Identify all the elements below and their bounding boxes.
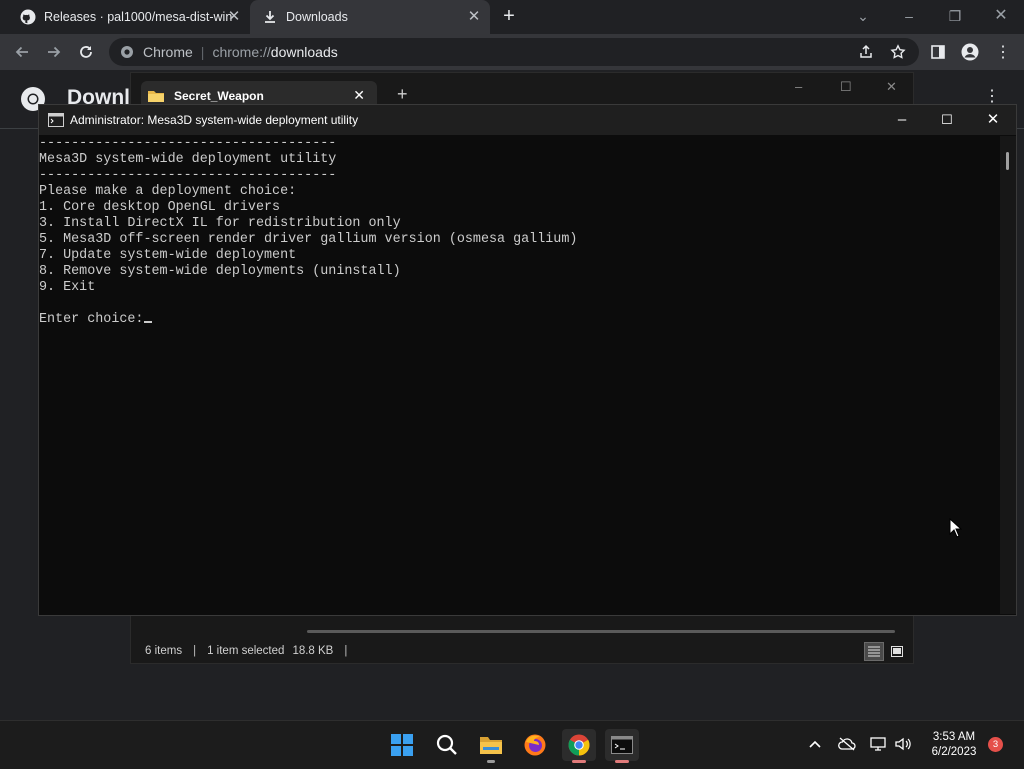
text-cursor — [144, 321, 153, 323]
large-icons-view-icon[interactable] — [887, 642, 907, 661]
close-window-icon[interactable]: ✕ — [981, 110, 1005, 130]
network-icon[interactable] — [870, 735, 888, 753]
url-path: downloads — [270, 44, 338, 60]
tab-search-icon[interactable]: ⌄ — [851, 6, 875, 26]
tab-title: Downloads — [286, 10, 348, 24]
firefox-icon[interactable] — [518, 729, 552, 761]
close-tab-icon[interactable]: ✕ — [353, 87, 365, 104]
maximize-icon[interactable]: ☐ — [935, 110, 959, 130]
terminal-icon[interactable] — [605, 729, 639, 763]
share-icon[interactable] — [856, 42, 876, 62]
new-tab-button[interactable]: + — [397, 85, 408, 103]
running-indicator — [572, 760, 586, 763]
tab-title: Releases · pal1000/mesa-dist-win — [44, 10, 233, 24]
forward-icon[interactable] — [44, 42, 64, 62]
mouse-pointer-icon — [949, 517, 963, 538]
console-line: 3. Install DirectX IL for redistribution… — [39, 216, 401, 231]
chrome-tab-bar: Releases · pal1000/mesa-dist-win ✕ Downl… — [0, 0, 1024, 34]
side-panel-icon[interactable] — [928, 42, 948, 62]
reload-icon[interactable] — [76, 42, 96, 62]
search-icon[interactable] — [430, 729, 464, 761]
site-chip: Chrome — [143, 44, 193, 60]
restore-icon[interactable]: ❐ — [943, 6, 967, 26]
divider: | — [193, 645, 197, 657]
console-window: Administrator: Mesa3D system-wide deploy… — [38, 104, 1017, 616]
notification-badge[interactable]: 3 — [988, 737, 1003, 752]
divider: | — [344, 645, 348, 657]
cmd-icon — [48, 113, 64, 127]
clock-time: 3:53 AM — [932, 731, 976, 743]
console-line: Mesa3D system-wide deployment utility — [39, 152, 337, 167]
console-line: 1. Core desktop OpenGL drivers — [39, 200, 281, 215]
file-explorer-icon[interactable] — [474, 729, 508, 763]
item-count: 6 items — [145, 645, 183, 657]
back-icon[interactable] — [12, 42, 32, 62]
chrome-menu-icon[interactable]: ⋮ — [993, 42, 1013, 62]
running-indicator — [615, 760, 629, 763]
address-bar[interactable]: Chrome | chrome:// downloads — [109, 38, 919, 66]
scroll-thumb[interactable] — [1006, 152, 1009, 170]
tab-releases[interactable]: Releases · pal1000/mesa-dist-win ✕ — [0, 0, 250, 34]
explorer-tab-title: Secret_Weapon — [174, 89, 264, 103]
tab-downloads[interactable]: Downloads ✕ — [250, 0, 490, 34]
new-tab-button[interactable]: + — [498, 6, 520, 28]
minimize-icon[interactable]: – — [897, 6, 921, 26]
maximize-icon[interactable]: ☐ — [840, 79, 852, 95]
github-icon — [20, 9, 36, 25]
selection-info: 1 item selected — [207, 645, 285, 657]
chrome-logo-icon — [119, 44, 135, 60]
console-line: ------------------------------------- — [39, 168, 337, 183]
details-view-icon[interactable] — [864, 642, 884, 661]
close-tab-icon[interactable]: ✕ — [226, 9, 242, 25]
divider: | — [200, 44, 205, 60]
console-line: 8. Remove system-wide deployments (unins… — [39, 264, 401, 279]
onedrive-offline-icon[interactable] — [838, 735, 856, 753]
view-toggle — [864, 642, 907, 661]
console-line: 5. Mesa3D off-screen render driver galli… — [39, 232, 578, 247]
console-output[interactable]: ------------------------------------- Mes… — [39, 136, 999, 614]
profile-avatar-icon[interactable] — [960, 42, 980, 62]
show-hidden-icons-icon[interactable] — [806, 735, 824, 753]
chrome-icon[interactable] — [562, 729, 596, 763]
system-clock[interactable]: 3:53 AM 6/2/2023 — [915, 730, 993, 760]
download-icon — [262, 9, 278, 25]
folder-icon — [147, 89, 165, 103]
clock-date: 6/2/2023 — [931, 746, 977, 758]
url-scheme: chrome:// — [212, 44, 271, 60]
volume-icon[interactable] — [894, 735, 912, 753]
horizontal-scrollbar[interactable] — [307, 630, 895, 633]
console-line: ------------------------------------- — [39, 136, 337, 151]
console-title: Administrator: Mesa3D system-wide deploy… — [70, 113, 359, 127]
console-line: Enter choice: — [39, 312, 999, 328]
windows-start-icon[interactable] — [385, 729, 419, 761]
console-titlebar[interactable]: Administrator: Mesa3D system-wide deploy… — [39, 105, 1016, 135]
close-window-icon[interactable]: ✕ — [989, 6, 1013, 26]
close-window-icon[interactable]: ✕ — [886, 79, 897, 95]
close-tab-icon[interactable]: ✕ — [466, 9, 482, 25]
chrome-toolbar: Chrome | chrome:// downloads ⋮ — [0, 34, 1024, 70]
console-line: 9. Exit — [39, 280, 96, 295]
vertical-scrollbar[interactable] — [1000, 136, 1016, 614]
selection-size: 18.8 KB — [292, 645, 334, 657]
bookmark-star-icon[interactable] — [888, 42, 908, 62]
running-indicator — [487, 760, 495, 763]
taskbar: 3:53 AM 6/2/2023 3 — [0, 720, 1024, 769]
console-line: Please make a deployment choice: — [39, 184, 297, 199]
minimize-icon[interactable]: – — [890, 110, 914, 130]
minimize-icon[interactable]: – — [795, 79, 802, 94]
console-line: 7. Update system-wide deployment — [39, 248, 297, 263]
status-bar: 6 items | 1 item selected 18.8 KB | — [131, 639, 913, 663]
